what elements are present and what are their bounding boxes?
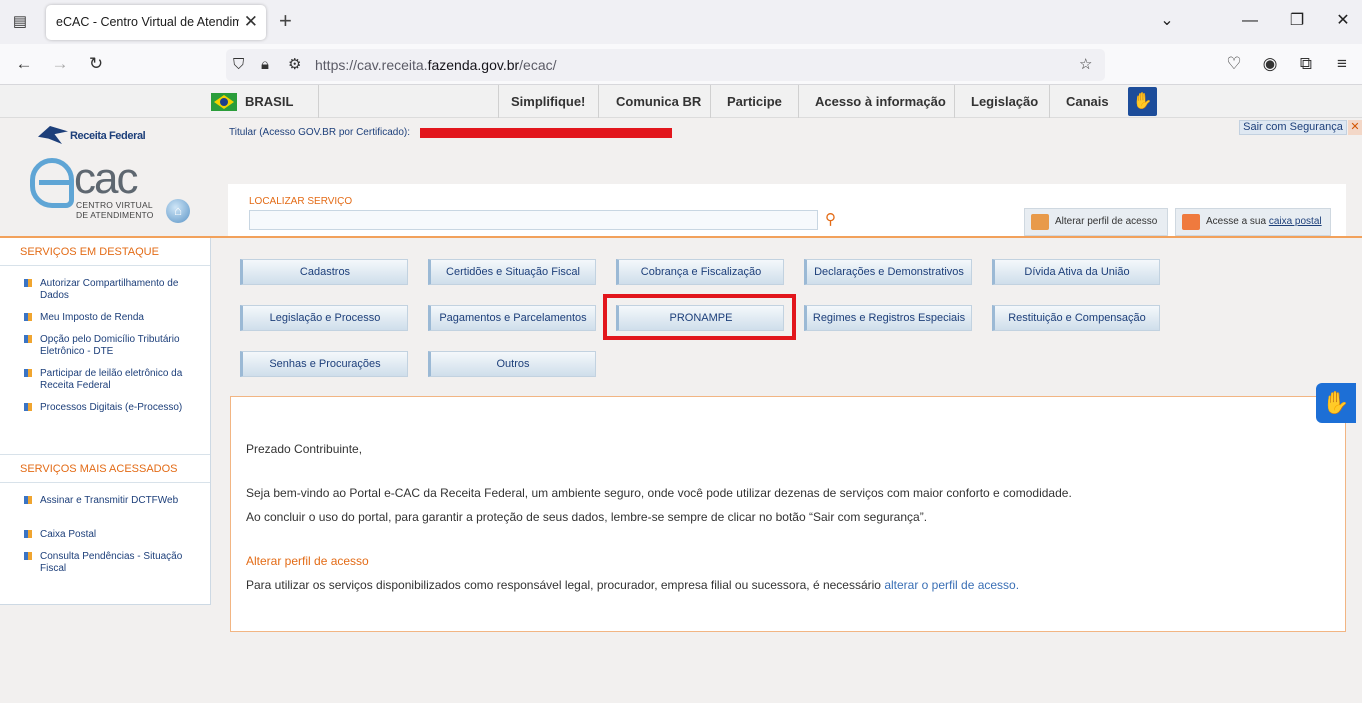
tab-close-icon[interactable]: ✕ <box>244 12 258 32</box>
divider <box>1049 85 1050 118</box>
gov-link-acesso-informacao[interactable]: Acesso à informação <box>815 94 946 109</box>
sidebar-item-dctfweb[interactable]: Assinar e Transmitir DCTFWeb <box>24 495 189 507</box>
divider <box>798 85 799 118</box>
mailbox-link[interactable]: caixa postal <box>1269 216 1322 227</box>
service-declaracoes[interactable]: Declarações e Demonstrativos <box>804 259 972 285</box>
new-tab-icon[interactable]: + <box>279 9 292 33</box>
browser-nav-bar: ← → ↻ ⛉ 🔒︎ ⚙ https://cav.receita.fazenda… <box>0 44 1362 85</box>
gov-link-comunica[interactable]: Comunica BR <box>616 94 701 109</box>
sidebar-item-leilao[interactable]: Participar de leilão eletrônico da Recei… <box>24 368 189 392</box>
ecac-logo-subtitle: CENTRO VIRTUAL DE ATENDIMENTO <box>76 200 154 220</box>
alter-profile-button[interactable]: Alterar perfil de acesso <box>1024 208 1168 236</box>
ecac-logo-e <box>30 158 74 208</box>
minimize-icon[interactable]: — <box>1236 10 1264 32</box>
welcome-panel: Prezado Contribuinte, Seja bem-vindo ao … <box>230 396 1346 632</box>
search-icon[interactable]: ⚲ <box>825 210 836 228</box>
most-accessed-title: SERVIÇOS MAIS ACESSADOS <box>0 455 210 483</box>
receita-federal-logo: Receita Federal <box>38 124 146 148</box>
service-cadastros[interactable]: Cadastros <box>240 259 408 285</box>
close-window-icon[interactable]: ✕ <box>1329 10 1357 32</box>
url-text[interactable]: https://cav.receita.fazenda.gov.br/ecac/ <box>315 57 557 73</box>
reload-icon[interactable]: ↻ <box>83 53 109 75</box>
extensions-icon[interactable]: ⧉ <box>1293 53 1319 75</box>
featured-services-title: SERVIÇOS EM DESTAQUE <box>0 238 210 266</box>
account-icon[interactable]: ◉ <box>1257 53 1283 75</box>
browser-tab[interactable]: eCAC - Centro Virtual de Atendimento ✕ <box>46 5 266 40</box>
divider <box>954 85 955 118</box>
tab-title: eCAC - Centro Virtual de Atendimento <box>56 15 239 29</box>
gov-link-simplifique[interactable]: Simplifique! <box>511 94 585 109</box>
gov-brasil-link[interactable]: BRASIL <box>245 94 293 109</box>
reminder-text: Ao concluir o uso do portal, para garant… <box>246 510 928 524</box>
welcome-text: Seja bem-vindo ao Portal e-CAC da Receit… <box>246 486 1072 500</box>
mailbox-button[interactable]: Acesse a sua caixa postal <box>1175 208 1331 236</box>
sidebar-item-compartilhamento[interactable]: Autorizar Compartilhamento de Dados <box>24 278 189 302</box>
sidebar-item-caixa-postal[interactable]: Caixa Postal <box>24 529 189 541</box>
divider <box>318 85 319 118</box>
gov-bar: BRASIL Simplifique! Comunica BR Particip… <box>0 85 1362 118</box>
search-input[interactable] <box>249 210 818 230</box>
sidebar-item-dte[interactable]: Opção pelo Domicílio Tributário Eletrôni… <box>24 334 189 358</box>
sidebar: SERVIÇOS EM DESTAQUE Autorizar Compartil… <box>0 238 211 605</box>
lock-icon[interactable]: 🔒︎ <box>261 55 269 75</box>
divider <box>710 85 711 118</box>
envelope-icon <box>1182 214 1200 230</box>
service-divida-ativa[interactable]: Dívida Ativa da União <box>992 259 1160 285</box>
browser-tab-bar: ▤ eCAC - Centro Virtual de Atendimento ✕… <box>0 0 1362 44</box>
redacted-user-name <box>420 128 672 138</box>
divider <box>498 85 499 118</box>
service-regimes[interactable]: Regimes e Registros Especiais <box>804 305 972 331</box>
search-label: LOCALIZAR SERVIÇO <box>249 196 353 207</box>
tab-list-icon[interactable]: ▤ <box>8 11 32 33</box>
bookmark-star-icon[interactable]: ☆ <box>1079 55 1092 75</box>
logout-close-icon[interactable]: ✕ <box>1348 120 1362 135</box>
menu-icon[interactable]: ≡ <box>1329 53 1355 75</box>
service-cobranca[interactable]: Cobrança e Fiscalização <box>616 259 784 285</box>
receita-bird-icon <box>38 126 68 144</box>
service-legislacao[interactable]: Legislação e Processo <box>240 305 408 331</box>
gov-link-legislacao[interactable]: Legislação <box>971 94 1038 109</box>
alter-profile-link[interactable]: alterar o perfil de acesso. <box>884 578 1019 592</box>
logout-button[interactable]: Sair com Segurança <box>1239 120 1347 135</box>
tab-overflow-chevron-icon[interactable]: ⌄ <box>1153 10 1181 32</box>
service-outros[interactable]: Outros <box>428 351 596 377</box>
gov-link-participe[interactable]: Participe <box>727 94 782 109</box>
ecac-logo: cac <box>74 154 139 203</box>
gov-link-canais[interactable]: Canais <box>1066 94 1109 109</box>
greeting-text: Prezado Contribuinte, <box>246 442 363 456</box>
profile-section-title: Alterar perfil de acesso <box>246 554 369 568</box>
profile-text: Para utilizar os serviços disponibilizad… <box>246 578 1020 592</box>
shield-icon[interactable]: ⛉ <box>233 55 244 75</box>
users-icon <box>1031 214 1049 230</box>
vlibras-widget-icon[interactable]: ✋ <box>1316 383 1356 423</box>
service-certidoes[interactable]: Certidões e Situação Fiscal <box>428 259 596 285</box>
search-panel: LOCALIZAR SERVIÇO ⚲ Alterar perfil de ac… <box>228 184 1346 237</box>
home-icon[interactable]: ⌂ <box>166 199 190 223</box>
service-senhas[interactable]: Senhas e Procurações <box>240 351 408 377</box>
service-restituicao[interactable]: Restituição e Compensação <box>992 305 1160 331</box>
divider <box>598 85 599 118</box>
libras-accessibility-icon[interactable]: ✋ <box>1128 87 1157 116</box>
restore-icon[interactable]: ❐ <box>1283 10 1311 32</box>
url-bar[interactable]: ⛉ 🔒︎ ⚙ https://cav.receita.fazenda.gov.b… <box>226 49 1105 81</box>
pronampe-highlight-box <box>603 294 796 340</box>
permissions-icon[interactable]: ⚙ <box>288 55 301 75</box>
forward-icon[interactable]: → <box>47 53 73 75</box>
pocket-icon[interactable]: ♡ <box>1221 53 1247 75</box>
brazil-flag-icon[interactable] <box>211 93 237 111</box>
service-pagamentos[interactable]: Pagamentos e Parcelamentos <box>428 305 596 331</box>
sidebar-item-pendencias[interactable]: Consulta Pendências - Situação Fiscal <box>24 551 189 575</box>
sidebar-item-imposto-renda[interactable]: Meu Imposto de Renda <box>24 312 189 324</box>
titular-label: Titular (Acesso GOV.BR por Certificado): <box>229 127 410 138</box>
sidebar-item-e-processo[interactable]: Processos Digitais (e-Processo) <box>24 402 189 414</box>
back-icon[interactable]: ← <box>11 53 37 75</box>
